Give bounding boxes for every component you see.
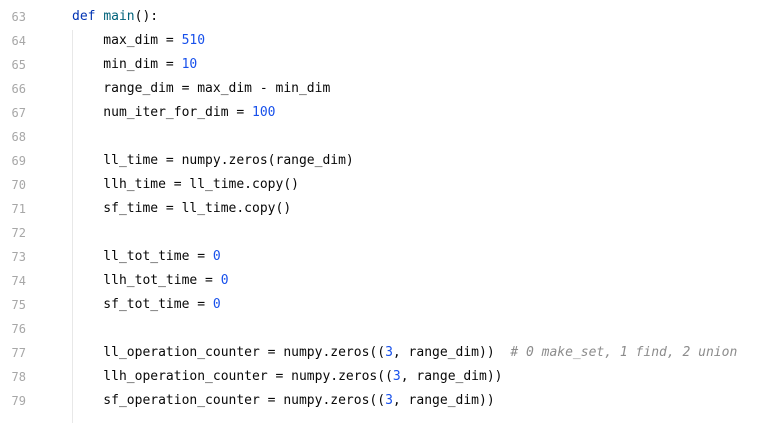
line-number: 65: [11, 58, 26, 72]
line-number: 73: [11, 250, 26, 264]
keyword-token: def: [72, 9, 96, 24]
function-name-token: main: [103, 9, 135, 24]
code-line[interactable]: llh_time = ll_time.copy(): [72, 173, 299, 197]
number-token: 3: [385, 345, 393, 360]
line-number: 76: [11, 322, 26, 336]
text-token: range_dim = max_dim - min_dim: [72, 81, 331, 96]
text-token: sf_tot_time =: [72, 297, 213, 312]
code-line[interactable]: range_dim = max_dim - min_dim: [72, 77, 330, 101]
line-number: 64: [11, 34, 26, 48]
text-token: sf_operation_counter = numpy.zeros((: [72, 393, 386, 408]
text-token: ll_time = numpy.zeros(range_dim): [72, 153, 354, 168]
code-line[interactable]: sf_operation_counter = numpy.zeros((3, r…: [72, 389, 495, 413]
code-line[interactable]: min_dim = 10: [72, 53, 197, 77]
number-token: 0: [220, 273, 229, 288]
line-number: 79: [11, 394, 26, 408]
line-number: 77: [11, 346, 26, 360]
text-token: max_dim =: [72, 33, 182, 48]
text-token: ll_tot_time =: [72, 249, 213, 264]
comment-token: # 0 make_set, 1 find, 2 union: [510, 345, 738, 360]
number-token: 0: [212, 297, 221, 312]
code-line[interactable]: def main():: [72, 5, 158, 29]
code-line[interactable]: num_iter_for_dim = 100: [72, 101, 276, 125]
code-area[interactable]: def main(): max_dim = 510 min_dim = 10 r…: [72, 0, 758, 423]
line-number-gutter: 63 64 65 66 67 68 69 70 71 72 73 74 75 7…: [0, 0, 52, 423]
text-token: , range_dim)): [392, 393, 495, 408]
line-number: 70: [11, 178, 26, 192]
code-line[interactable]: max_dim = 510: [72, 29, 205, 53]
code-line[interactable]: sf_tot_time = 0: [72, 293, 221, 317]
text-token: , range_dim)): [400, 369, 503, 384]
code-line[interactable]: sf_time = ll_time.copy(): [72, 197, 291, 221]
line-number: 68: [11, 130, 26, 144]
text-token: , range_dim)): [392, 345, 511, 360]
number-token: 3: [392, 369, 401, 384]
number-token: 100: [252, 105, 276, 120]
line-number: 75: [11, 298, 26, 312]
line-number: 72: [11, 226, 26, 240]
code-editor[interactable]: 63 64 65 66 67 68 69 70 71 72 73 74 75 7…: [0, 0, 758, 423]
number-token: 0: [212, 249, 221, 264]
text-token: llh_time = ll_time.copy(): [72, 177, 299, 192]
line-number: 74: [11, 274, 26, 288]
text-token: min_dim =: [72, 57, 182, 72]
number-token: 510: [181, 33, 206, 48]
code-line[interactable]: llh_tot_time = 0: [72, 269, 229, 293]
line-number: 67: [11, 106, 26, 120]
line-number: 69: [11, 154, 26, 168]
text-token: ():: [134, 9, 159, 24]
code-line[interactable]: ll_operation_counter = numpy.zeros((3, r…: [72, 341, 737, 365]
text-token: ll_operation_counter = numpy.zeros((: [72, 345, 386, 360]
number-token: 3: [385, 393, 393, 408]
line-number: 66: [11, 82, 26, 96]
text-token: llh_tot_time =: [72, 273, 221, 288]
line-number: 78: [11, 370, 26, 384]
code-line[interactable]: llh_operation_counter = numpy.zeros((3, …: [72, 365, 502, 389]
text-token: sf_time = ll_time.copy(): [72, 201, 292, 216]
line-number: 71: [11, 202, 26, 216]
text-token: llh_operation_counter = numpy.zeros((: [72, 369, 393, 384]
line-number: 63: [11, 10, 26, 24]
code-line[interactable]: ll_tot_time = 0: [72, 245, 221, 269]
number-token: 10: [181, 57, 198, 72]
code-line[interactable]: ll_time = numpy.zeros(range_dim): [72, 149, 354, 173]
text-token: num_iter_for_dim =: [72, 105, 253, 120]
